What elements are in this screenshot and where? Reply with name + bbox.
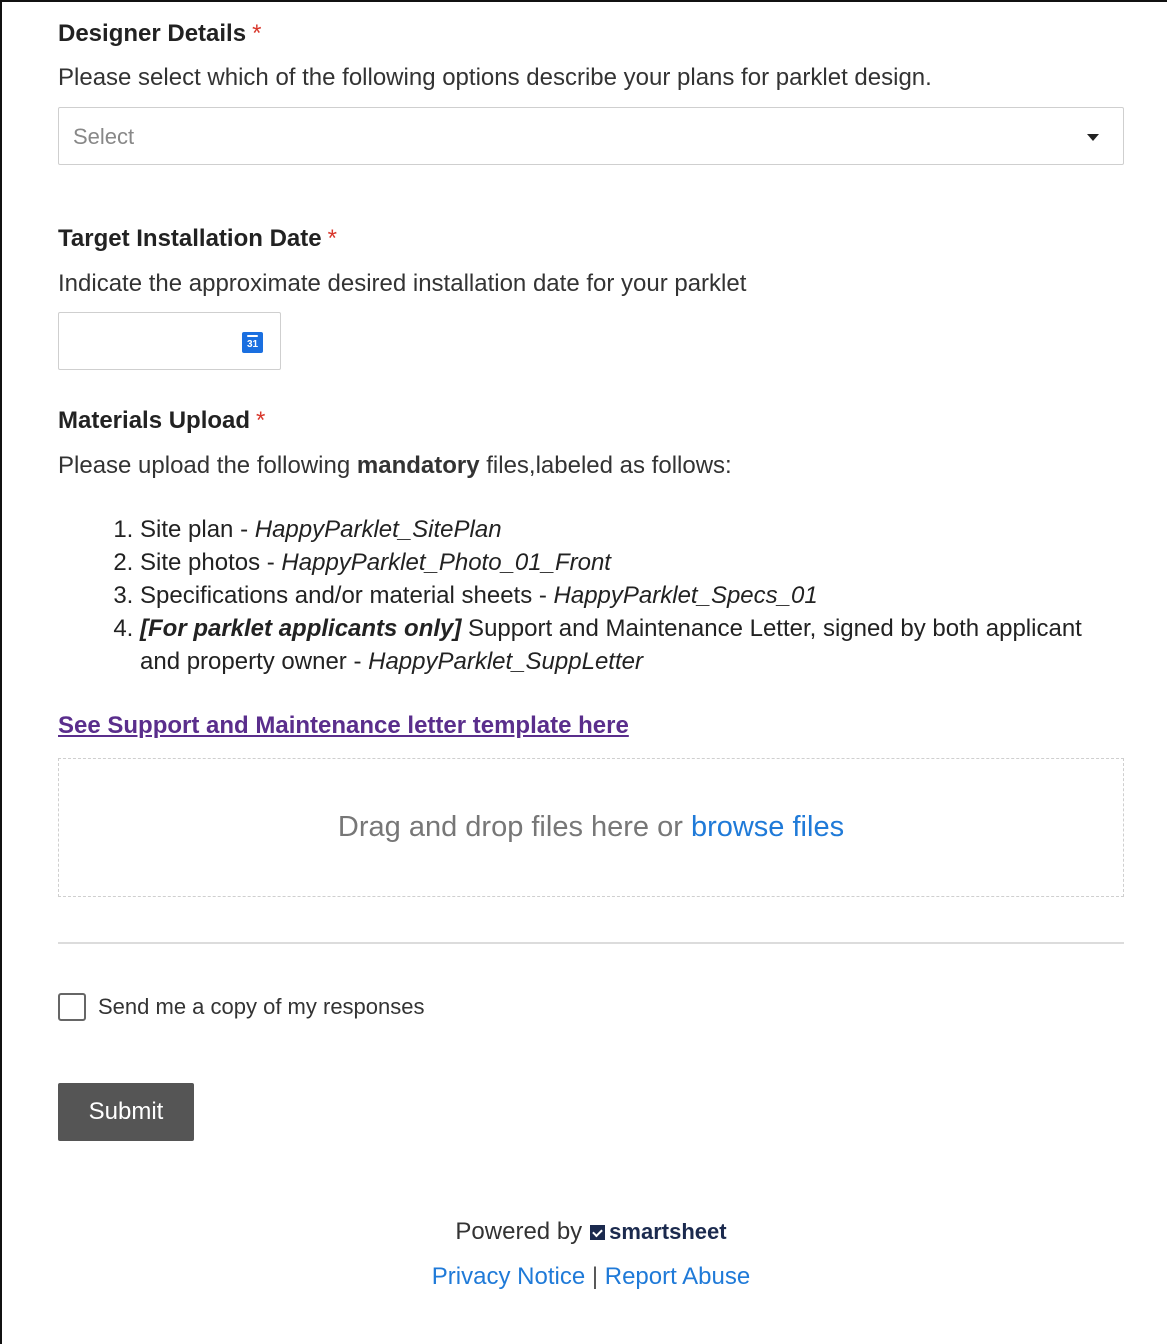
list-item: Site photos - HappyParklet_Photo_01_Fron…	[140, 546, 1124, 579]
designer-details-label-text: Designer Details	[58, 20, 247, 47]
copy-responses-checkbox[interactable]	[58, 993, 86, 1021]
powered-by: Powered by smartsheet	[455, 1218, 727, 1245]
list-item: Site plan - HappyParklet_SitePlan	[140, 513, 1124, 546]
filename-example: HappyParklet_SitePlan	[254, 516, 502, 543]
divider	[58, 942, 1124, 944]
required-mark: *	[252, 20, 262, 47]
filename-example: HappyParklet_Photo_01_Front	[281, 549, 611, 576]
select-value: Select	[73, 124, 135, 149]
letter-template-link[interactable]: See Support and Maintenance letter templ…	[58, 712, 629, 740]
materials-upload-label-text: Materials Upload	[58, 407, 251, 434]
filename-example: HappyParklet_SuppLetter	[368, 648, 643, 675]
copy-responses-label[interactable]: Send me a copy of my responses	[98, 994, 425, 1020]
installation-date-input[interactable]: 31	[58, 312, 281, 370]
calendar-icon[interactable]: 31	[242, 332, 263, 353]
dropzone-text: Drag and drop files here or browse files	[337, 811, 845, 843]
smartsheet-logo-icon	[590, 1225, 606, 1240]
materials-upload-label: Materials Upload *	[58, 407, 265, 435]
list-item: Specifications and/or material sheets - …	[140, 579, 1124, 612]
installation-date-label-text: Target Installation Date	[58, 225, 322, 252]
report-abuse-link[interactable]: Report Abuse	[605, 1263, 750, 1290]
installation-date-label: Target Installation Date *	[58, 225, 337, 253]
privacy-notice-link[interactable]: Privacy Notice	[432, 1263, 585, 1290]
applicants-only-emphasis: [For parklet applicants only]	[140, 615, 462, 642]
footer-separator: |	[591, 1263, 599, 1290]
required-mark: *	[256, 407, 266, 434]
submit-button[interactable]: Submit	[58, 1083, 194, 1141]
installation-date-description: Indicate the approximate desired install…	[58, 270, 747, 297]
file-requirements-list: Site plan - HappyParklet_SitePlan Site p…	[108, 513, 1124, 678]
browse-files-link[interactable]: browse files	[691, 811, 844, 843]
dropdown-caret-icon	[1087, 134, 1099, 141]
smartsheet-brand: smartsheet	[609, 1219, 727, 1244]
list-item: [For parklet applicants only] Support an…	[140, 612, 1124, 678]
footer-links: Privacy Notice | Report Abuse	[58, 1263, 1124, 1291]
filename-example: HappyParklet_Specs_01	[553, 582, 818, 609]
designer-details-label: Designer Details *	[58, 20, 261, 48]
materials-upload-description: Please upload the following mandatory fi…	[58, 452, 732, 479]
required-mark: *	[327, 225, 337, 252]
mandatory-emphasis: mandatory	[356, 452, 480, 479]
designer-details-description: Please select which of the following opt…	[58, 64, 932, 91]
file-dropzone[interactable]: Drag and drop files here or browse files	[58, 758, 1124, 897]
designer-details-select[interactable]: Select	[58, 107, 1124, 165]
